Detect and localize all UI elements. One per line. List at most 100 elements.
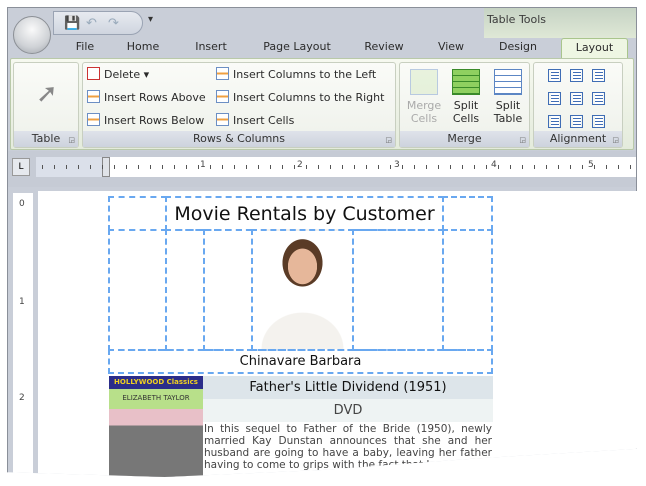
ruler-tick: [570, 165, 571, 169]
redo-icon[interactable]: ↷: [108, 16, 119, 31]
ruler-tick: [534, 165, 535, 169]
insert-cells-icon: [216, 113, 229, 126]
ruler-number: 1: [200, 160, 206, 170]
group-rows-columns: Delete ▾ Insert Rows Above Insert Rows B…: [82, 62, 396, 148]
split-table-button[interactable]: Split Table: [488, 69, 528, 125]
ruler-number: 4: [491, 160, 497, 170]
ruler-tick: [78, 165, 79, 169]
ruler-tick: [330, 165, 331, 169]
movie-description[interactable]: In this sequel to Father of the Bride (1…: [204, 423, 492, 471]
tab-view[interactable]: View: [426, 38, 476, 58]
ruler-tick: [390, 165, 391, 169]
ruler-tick: [174, 165, 175, 169]
tab-review[interactable]: Review: [356, 38, 412, 58]
align-middle-right-icon[interactable]: [592, 92, 605, 105]
tab-home[interactable]: Home: [116, 38, 170, 58]
undo-icon[interactable]: ↶: [86, 16, 97, 31]
movie-format[interactable]: DVD: [203, 399, 493, 422]
ruler-tick: [414, 165, 415, 169]
insert-columns-right-button[interactable]: Insert Columns to the Right: [216, 89, 384, 107]
delete-label: Delete ▾: [104, 68, 150, 81]
insert-rows-below-icon: [87, 113, 100, 126]
align-top-left-icon[interactable]: [548, 69, 561, 82]
customer-photo[interactable]: [251, 229, 354, 351]
ruler-number: 0: [19, 199, 25, 209]
align-middle-center-icon[interactable]: [570, 92, 583, 105]
vertical-ruler[interactable]: 0 1 2: [13, 193, 33, 477]
insert-rows-below-label: Insert Rows Below: [104, 114, 205, 127]
table-cell[interactable]: [165, 229, 205, 351]
quick-access-toolbar: 💾 ↶ ↷: [53, 11, 143, 35]
ruler-tick: [498, 165, 499, 169]
tab-layout[interactable]: Layout: [561, 38, 628, 58]
application-button[interactable]: [13, 16, 51, 54]
table-cell[interactable]: [442, 196, 493, 231]
insert-rows-above-label: Insert Rows Above: [104, 91, 206, 104]
split-cells-label-1: Split: [453, 99, 479, 112]
align-top-right-icon[interactable]: [592, 69, 605, 82]
align-bottom-right-icon[interactable]: [592, 115, 605, 128]
ruler-tick: [198, 165, 199, 169]
align-top-center-icon[interactable]: [570, 69, 583, 82]
ruler-tick: [102, 165, 103, 169]
ruler-tick: [294, 165, 295, 169]
horizontal-ruler[interactable]: L 1 2 3 4 5: [8, 151, 636, 187]
merge-label-2: Cells: [410, 112, 438, 125]
group-label: Merge: [400, 131, 529, 147]
ribbon: ➚ Table ◲ Delete ▾ Insert Rows Above Ins…: [10, 58, 634, 150]
ruler-tick: [42, 165, 43, 169]
tab-file[interactable]: File: [68, 38, 102, 58]
report-title[interactable]: Movie Rentals by Customer: [165, 196, 444, 231]
split-cells-button[interactable]: Split Cells: [446, 69, 486, 125]
table-cell[interactable]: [203, 229, 253, 351]
ruler-tick: [402, 165, 403, 169]
ruler-tick: [618, 165, 619, 169]
ruler-tick: [366, 165, 367, 169]
ruler-tick: [426, 165, 427, 169]
table-cell[interactable]: [352, 229, 444, 351]
table-cell[interactable]: [442, 229, 493, 351]
group-table: ➚ Table ◲: [13, 62, 79, 148]
indent-marker[interactable]: [102, 157, 110, 177]
movie-title[interactable]: Father's Little Dividend (1951): [203, 376, 493, 399]
customize-qat-icon[interactable]: ▾: [148, 14, 153, 25]
movie-poster[interactable]: HOLLYWOOD Classics ELIZABETH TAYLOR: [109, 376, 203, 477]
align-middle-left-icon[interactable]: [548, 92, 561, 105]
dialog-launcher-icon[interactable]: ◲: [385, 136, 392, 144]
merge-label-1: Merge: [406, 99, 442, 112]
dialog-launcher-icon[interactable]: ◲: [612, 136, 619, 144]
tab-selector[interactable]: L: [12, 158, 30, 176]
ruler-tick: [222, 165, 223, 169]
ruler-tick: [234, 165, 235, 169]
ruler-tick: [378, 165, 379, 169]
poster-star: ELIZABETH TAYLOR: [122, 394, 190, 402]
group-merge: Merge Cells Split Cells Split Table Merge ◲: [399, 62, 530, 148]
insert-rows-above-button[interactable]: Insert Rows Above: [87, 89, 206, 107]
insert-cells-button[interactable]: Insert Cells: [216, 112, 294, 130]
dialog-launcher-icon[interactable]: ◲: [68, 136, 75, 144]
ruler-tick: [546, 165, 547, 169]
tab-design[interactable]: Design: [488, 38, 548, 58]
dialog-launcher-icon[interactable]: ◲: [519, 136, 526, 144]
save-icon[interactable]: 💾: [64, 16, 80, 31]
ruler-tick: [582, 165, 583, 169]
table-cell[interactable]: [108, 196, 167, 231]
ruler-number: 1: [19, 297, 25, 307]
insert-columns-left-button[interactable]: Insert Columns to the Left: [216, 66, 376, 84]
insert-rows-above-icon: [87, 90, 100, 103]
tab-insert[interactable]: Insert: [184, 38, 238, 58]
ruler-tick: [522, 165, 523, 169]
split-table-label-2: Table: [493, 112, 523, 125]
table-cell[interactable]: [108, 229, 167, 351]
select-cursor-icon[interactable]: ➚: [36, 79, 58, 109]
tab-page-layout[interactable]: Page Layout: [251, 38, 343, 58]
insert-rows-below-button[interactable]: Insert Rows Below: [87, 112, 204, 130]
align-bottom-center-icon[interactable]: [570, 115, 583, 128]
merge-cells-button[interactable]: Merge Cells: [404, 69, 444, 125]
split-cells-icon: [452, 69, 480, 95]
delete-button[interactable]: Delete ▾: [87, 66, 149, 84]
document-page[interactable]: Movie Rentals by Customer Chinavare Barb…: [38, 191, 637, 477]
align-bottom-left-icon[interactable]: [548, 115, 561, 128]
customer-name[interactable]: Chinavare Barbara: [108, 349, 493, 374]
insert-columns-right-label: Insert Columns to the Right: [233, 91, 385, 104]
